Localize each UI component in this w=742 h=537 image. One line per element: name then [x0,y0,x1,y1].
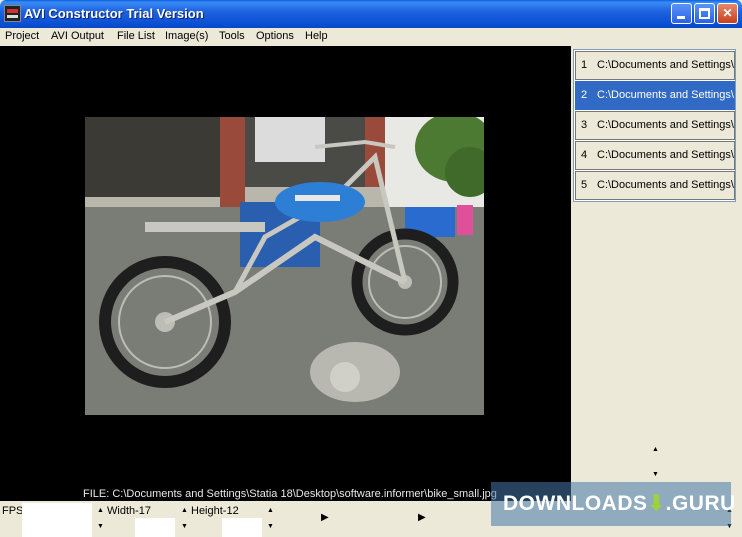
menu-images[interactable]: Image(s) [165,30,208,42]
title-bar: AVI Constructor Trial Version ✕ [0,0,742,28]
width-spin-up-icon[interactable]: ▲ [181,507,188,514]
close-icon: ✕ [722,6,733,20]
fps-spin-down-icon[interactable]: ▼ [97,523,104,530]
file-list-item[interactable]: 1 C:\Documents and Settings\ [575,51,735,80]
watermark-text-a: DOWNLOADS [503,492,648,515]
file-list-item[interactable]: 3 C:\Documents and Settings\ [575,111,735,140]
file-list-item[interactable]: 4 C:\Documents and Settings\ [575,141,735,170]
file-list-item-path: C:\Documents and Settings\ [597,119,734,131]
app-icon[interactable] [4,5,21,22]
file-list-item-path: C:\Documents and Settings\ [597,59,734,71]
download-arrow-icon: ⬇ [647,492,666,515]
menu-file-list[interactable]: File List [117,30,155,42]
file-list-item-number: 2 [581,89,588,101]
maximize-button[interactable] [694,3,715,24]
width-spin-down-icon[interactable]: ▼ [181,523,188,530]
fps-spin-up-icon[interactable]: ▲ [97,507,104,514]
height-spin-down-icon[interactable]: ▼ [267,523,274,530]
menu-help[interactable]: Help [305,30,328,42]
file-list-item[interactable]: 5 C:\Documents and Settings\ [575,171,735,200]
menu-options[interactable]: Options [256,30,294,42]
file-list-item-number: 1 [581,59,588,71]
menu-bar: Project AVI Output File List Image(s) To… [0,28,742,46]
maximize-icon [699,8,710,19]
width-field[interactable] [135,518,175,537]
height-field[interactable] [222,518,262,537]
file-path-label: FILE: C:\Documents and Settings\Statia 1… [83,488,497,500]
file-list-item-selected[interactable]: 2 C:\Documents and Settings\ [575,81,735,110]
side-spin-down-icon[interactable]: ▼ [652,471,659,478]
watermark: DOWNLOADS⬇.GURU [491,482,735,526]
menu-tools[interactable]: Tools [219,30,245,42]
file-list-item-number: 4 [581,149,588,161]
fps-field[interactable] [22,503,92,537]
file-list-item-path: C:\Documents and Settings\ [597,179,734,191]
file-list-item-number: 5 [581,179,588,191]
window-title: AVI Constructor Trial Version [24,6,204,21]
menu-project[interactable]: Project [5,30,39,42]
step-forward-icon[interactable]: ▶ [418,512,426,523]
play-icon[interactable]: ▶ [321,512,329,523]
file-list-item-path: C:\Documents and Settings\ [597,89,734,101]
width-label: Width-17 [107,505,152,517]
height-label: Height-12 [191,505,239,517]
minimize-button[interactable] [671,3,692,24]
file-list-item-path: C:\Documents and Settings\ [597,149,734,161]
close-button[interactable]: ✕ [717,3,738,24]
watermark-text-b: .GURU [665,492,736,515]
minimize-icon [677,16,685,19]
side-spin-up-icon[interactable]: ▲ [652,446,659,453]
bike-photo [85,117,484,415]
file-list-item-number: 3 [581,119,588,131]
height-spin-up-icon[interactable]: ▲ [267,507,274,514]
menu-avi-output[interactable]: AVI Output [51,30,104,42]
file-list: 1 C:\Documents and Settings\ 2 C:\Document… [573,49,736,202]
preview-image [85,117,484,415]
